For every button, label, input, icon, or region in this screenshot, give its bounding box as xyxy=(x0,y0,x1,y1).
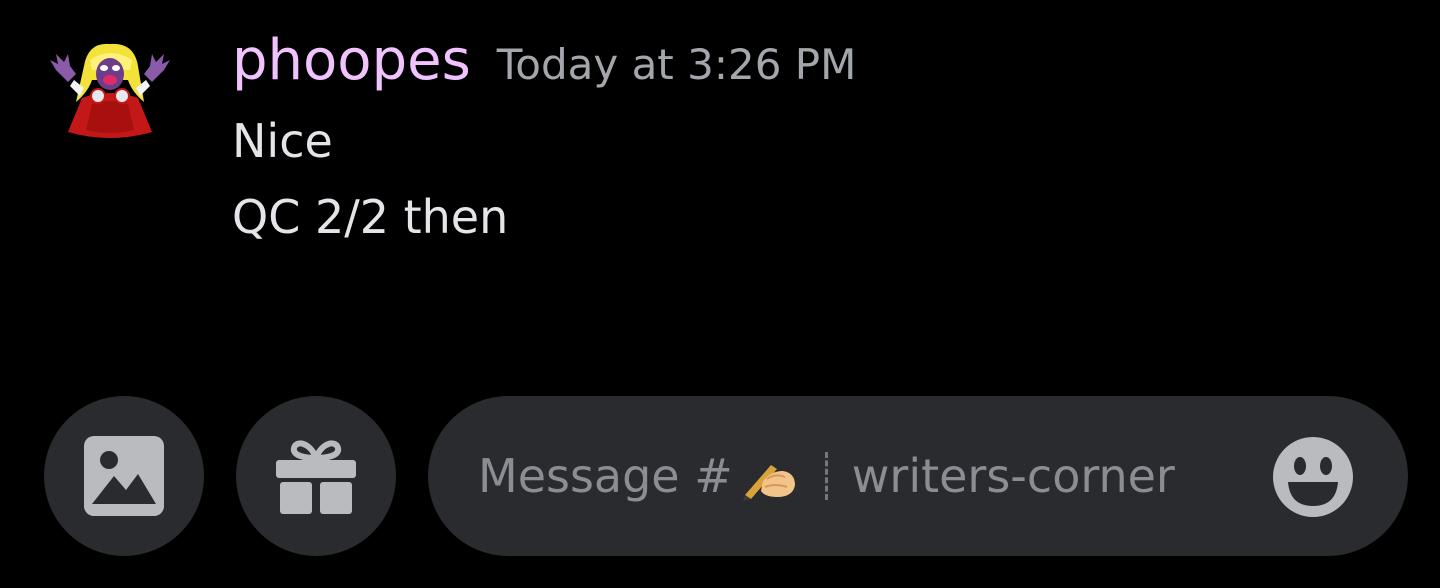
gift-icon xyxy=(276,440,356,514)
message-line: Nice xyxy=(232,114,333,168)
channel-divider xyxy=(824,452,828,500)
channel-name: writers-corner xyxy=(851,449,1175,503)
emoji-button[interactable] xyxy=(1272,436,1354,518)
timestamp: Today at 3:26 PM xyxy=(496,40,857,89)
chat-message: phoopes Today at 3:26 PM Nice QC 2/2 the… xyxy=(0,0,1440,300)
gift-button[interactable] xyxy=(236,396,396,556)
message-header: phoopes Today at 3:26 PM xyxy=(232,28,856,93)
smiley-face-icon xyxy=(1273,437,1353,517)
message-line: QC 2/2 then xyxy=(232,190,509,244)
chat-screen: phoopes Today at 3:26 PM Nice QC 2/2 the… xyxy=(0,0,1440,588)
message-input[interactable]: Message # writers-corner xyxy=(428,396,1408,556)
message-composer: Message # writers-corner xyxy=(0,396,1440,556)
username[interactable]: phoopes xyxy=(232,28,471,93)
avatar[interactable] xyxy=(48,40,172,144)
image-icon xyxy=(84,436,164,516)
jynx-avatar-icon xyxy=(50,43,170,138)
placeholder-prefix: Message # xyxy=(478,449,733,503)
writing-hand-emoji-icon xyxy=(741,451,797,501)
attach-image-button[interactable] xyxy=(44,396,204,556)
message-placeholder: Message # writers-corner xyxy=(478,396,1175,556)
message-body: phoopes Today at 3:26 PM Nice QC 2/2 the… xyxy=(232,28,856,247)
